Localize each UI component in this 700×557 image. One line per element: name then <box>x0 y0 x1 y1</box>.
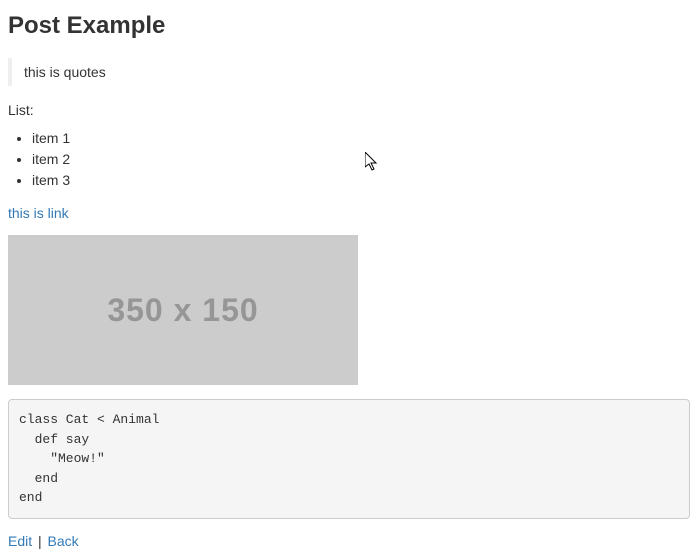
content-link[interactable]: this is link <box>8 205 69 221</box>
list-item: item 1 <box>32 128 692 149</box>
blockquote: this is quotes <box>8 58 692 86</box>
link-row: this is link <box>8 205 692 223</box>
placeholder-image: 350 x 150 <box>8 235 358 385</box>
actions-row: Edit | Back <box>8 533 692 549</box>
quote-text: this is quotes <box>24 64 106 80</box>
list-item: item 3 <box>32 170 692 191</box>
item-list: item 1 item 2 item 3 <box>8 128 692 191</box>
placeholder-image-label: 350 x 150 <box>107 292 258 329</box>
actions-separator: | <box>36 533 44 549</box>
list-label: List: <box>8 102 692 118</box>
code-block: class Cat < Animal def say "Meow!" end e… <box>8 399 690 519</box>
list-item: item 2 <box>32 149 692 170</box>
page-title: Post Example <box>8 12 692 40</box>
back-link[interactable]: Back <box>48 533 79 549</box>
edit-link[interactable]: Edit <box>8 533 32 549</box>
